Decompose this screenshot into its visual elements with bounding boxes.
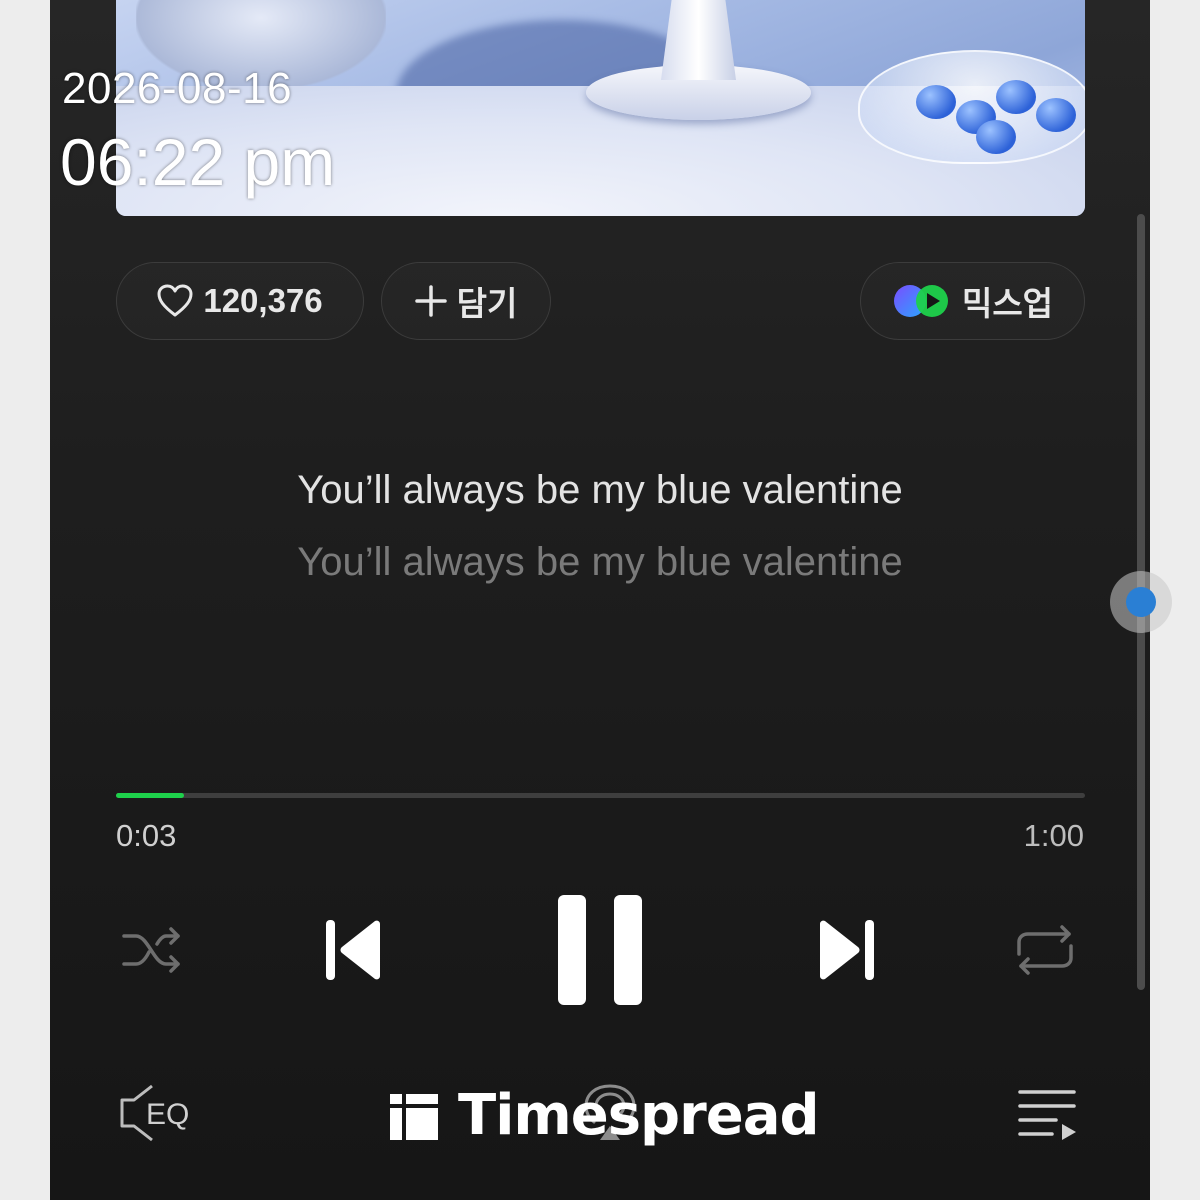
plus-icon: [414, 285, 447, 317]
overlay-date: 2026-08-16: [62, 64, 293, 113]
mixup-button[interactable]: 믹스업: [860, 262, 1085, 340]
heart-icon: [157, 284, 193, 317]
playlist-icon[interactable]: [1016, 1086, 1080, 1142]
lyric-current-line[interactable]: You’ll always be my blue valentine: [50, 468, 1150, 513]
repeat-icon[interactable]: [1013, 922, 1077, 978]
watermark-text: Timespread: [458, 1082, 820, 1148]
previous-button[interactable]: [324, 918, 384, 982]
watermark: Timespread: [390, 1080, 820, 1150]
album-art-pedestal-neck: [661, 0, 736, 80]
next-button[interactable]: [816, 918, 876, 982]
album-art-ball: [996, 80, 1036, 114]
add-label: 담기: [456, 285, 518, 322]
eq-icon[interactable]: EQ: [116, 1082, 198, 1144]
watermark-logo-icon: [390, 1094, 438, 1140]
progress-fill: [116, 793, 184, 798]
pause-button[interactable]: [556, 893, 646, 1007]
like-button[interactable]: 120,376: [116, 262, 364, 340]
album-art-ball: [1036, 98, 1076, 132]
progress-bar[interactable]: [116, 793, 1085, 798]
like-count: 120,376: [203, 282, 323, 319]
album-art-ball: [916, 85, 956, 119]
overlay-time: 06:22 pm: [60, 125, 336, 199]
shuffle-icon[interactable]: [120, 922, 186, 978]
album-art-ball: [976, 120, 1016, 154]
mixup-icon: [893, 285, 948, 317]
total-time: 1:00: [1023, 818, 1084, 853]
mixup-label: 믹스업: [961, 285, 1054, 322]
eq-label: EQ: [146, 1098, 189, 1131]
elapsed-time: 0:03: [116, 818, 177, 853]
add-to-playlist-button[interactable]: 담기: [381, 262, 551, 340]
lyric-next-line[interactable]: You’ll always be my blue valentine: [50, 540, 1150, 585]
scroll-handle[interactable]: [1110, 571, 1172, 633]
scroll-handle-dot: [1126, 587, 1156, 617]
